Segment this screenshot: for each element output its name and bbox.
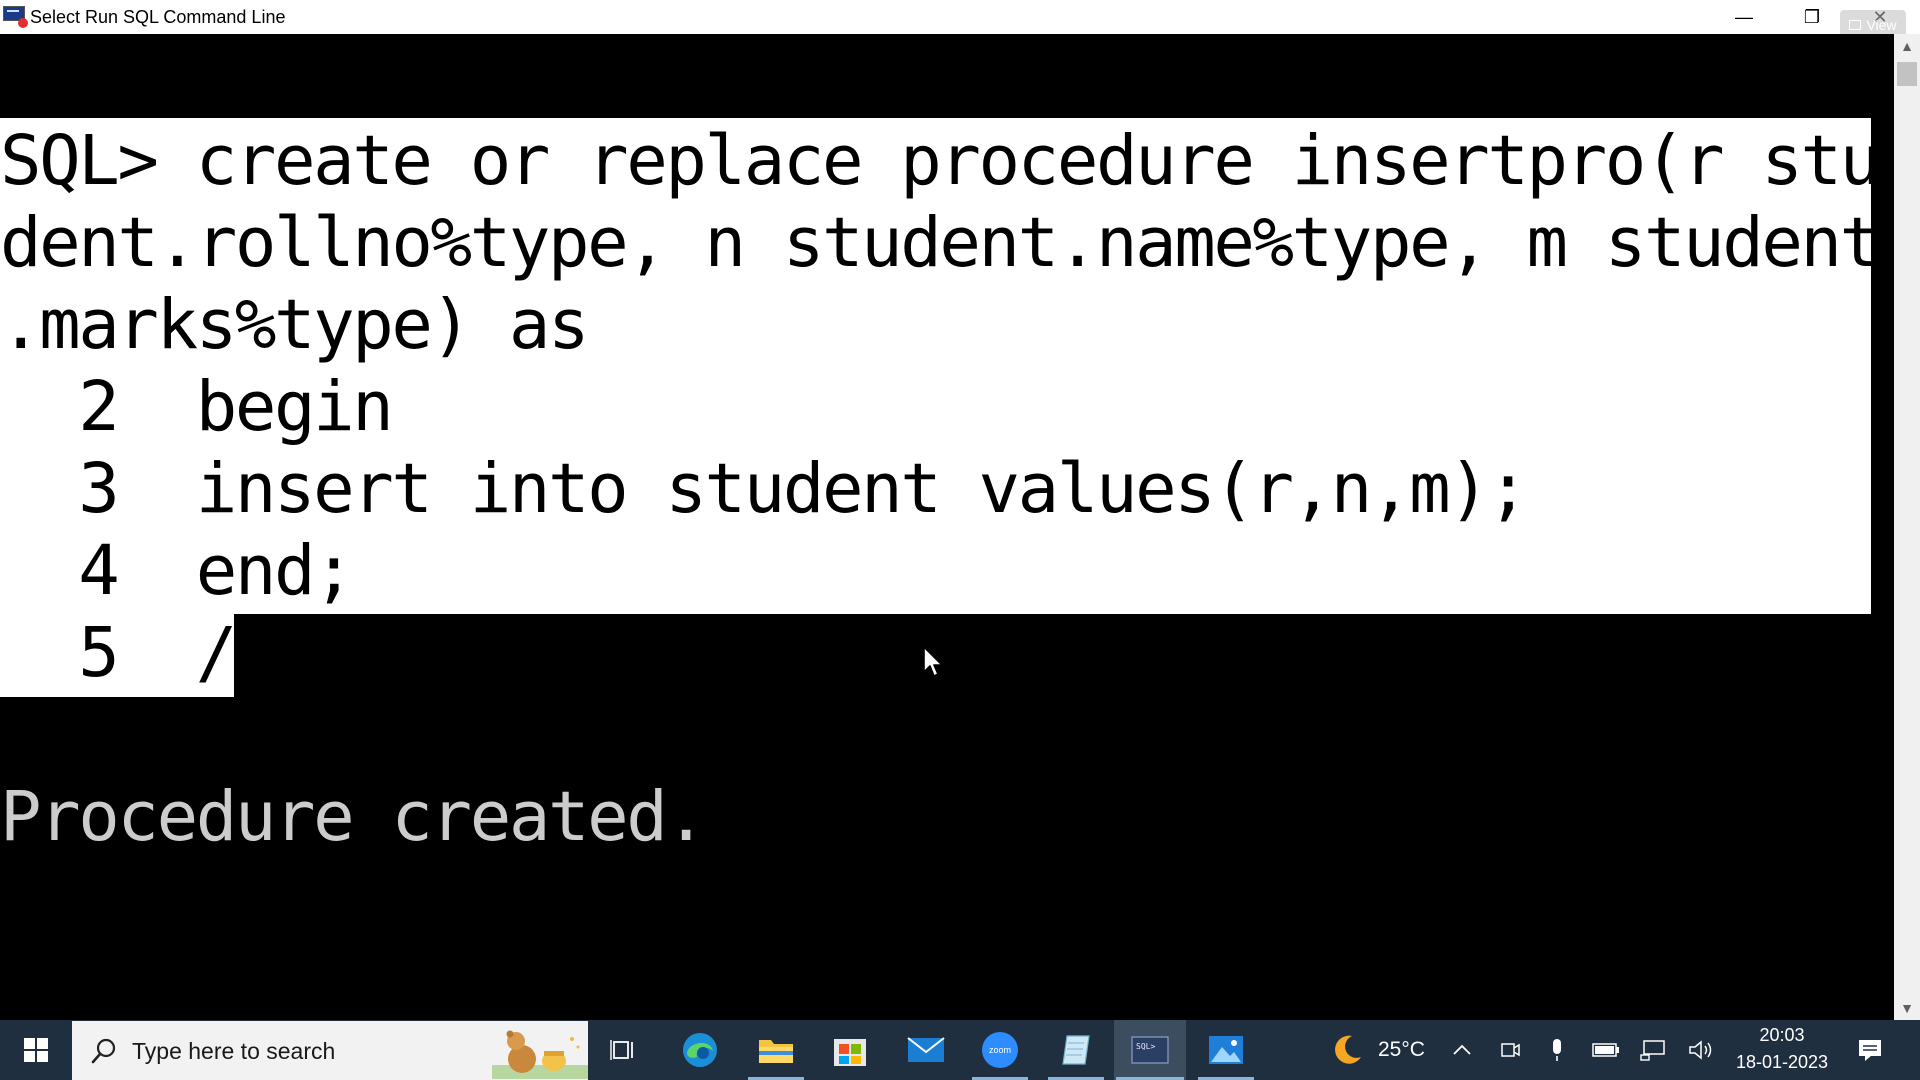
sql-icon-label: SQL> xyxy=(1136,1042,1155,1051)
taskbar-app-edge[interactable] xyxy=(664,1020,736,1080)
taskbar-app-file-explorer[interactable] xyxy=(740,1020,812,1080)
scroll-up-arrow-icon[interactable]: ▲ xyxy=(1894,34,1920,58)
console-result: Procedure created. xyxy=(0,777,707,857)
view-overlay-label: View xyxy=(1866,17,1897,33)
search-highlight-illustration xyxy=(492,1030,588,1079)
sql-app-icon xyxy=(3,6,28,28)
store-icon xyxy=(834,1039,866,1066)
chevron-up-icon xyxy=(1453,1044,1471,1055)
clock-time[interactable]: 20:03 xyxy=(1736,1025,1828,1046)
taskbar-app-photos[interactable] xyxy=(1190,1020,1262,1080)
mouse-pointer-icon xyxy=(923,646,943,677)
taskbar-app-microsoft-store[interactable] xyxy=(814,1020,886,1080)
taskbar-search-box[interactable]: Type here to search xyxy=(72,1021,588,1080)
taskbar-app-zoom[interactable]: zoom xyxy=(964,1020,1036,1080)
console-line: dent.rollno%type, n student.name%type, m… xyxy=(0,203,1881,283)
task-view-button[interactable] xyxy=(588,1020,660,1080)
taskbar: Type here to search zoom SQL> 25°C 20:03… xyxy=(0,1020,1920,1080)
console-line: 3 insert into student values(r,n,m); xyxy=(0,449,1529,529)
window-titlebar[interactable]: Select Run SQL Command Line — ❐ ✕ View xyxy=(0,0,1920,40)
meet-now-icon xyxy=(1501,1043,1520,1057)
notepad-icon xyxy=(1062,1035,1090,1065)
minimize-icon: — xyxy=(1735,6,1753,27)
microphone-icon xyxy=(1553,1039,1561,1061)
scroll-thumb[interactable] xyxy=(1897,62,1917,86)
view-icon xyxy=(1849,20,1862,30)
vertical-scrollbar[interactable]: ▲ ▼ xyxy=(1894,34,1920,1020)
sql-terminal-icon: SQL> xyxy=(1131,1036,1169,1064)
console-line: 5 / xyxy=(0,613,237,693)
folder-icon xyxy=(759,1040,793,1063)
taskbar-app-mail[interactable] xyxy=(890,1020,962,1080)
restore-button[interactable]: ❐ xyxy=(1784,0,1840,34)
microphone-button[interactable] xyxy=(1542,1020,1572,1080)
console-line: 2 begin xyxy=(0,367,394,447)
start-button[interactable] xyxy=(0,1020,72,1080)
minimize-button[interactable]: — xyxy=(1716,0,1772,34)
restore-icon: ❐ xyxy=(1803,6,1821,27)
battery-icon xyxy=(1592,1043,1619,1057)
weather-widget[interactable] xyxy=(1324,1020,1370,1080)
console-line: SQL> create or replace procedure insertp… xyxy=(0,121,1881,201)
notifications-button[interactable] xyxy=(1848,1020,1892,1080)
weather-temperature[interactable]: 25°C xyxy=(1378,1038,1425,1062)
mail-icon xyxy=(907,1037,945,1062)
console-line: .marks%type) as xyxy=(0,285,590,365)
taskbar-app-sql-command-line[interactable]: SQL> xyxy=(1114,1020,1186,1080)
clock-date[interactable]: 18-01-2023 xyxy=(1730,1052,1834,1073)
windows-logo-icon xyxy=(24,1038,48,1062)
network-button[interactable] xyxy=(1636,1020,1670,1080)
speaker-icon xyxy=(1689,1040,1712,1060)
network-icon xyxy=(1640,1040,1665,1061)
moon-icon xyxy=(1335,1035,1361,1064)
zoom-icon: zoom xyxy=(982,1032,1018,1068)
notification-icon xyxy=(1859,1040,1881,1061)
task-view-icon xyxy=(610,1040,633,1060)
volume-button[interactable] xyxy=(1684,1020,1718,1080)
console-line: 4 end; xyxy=(0,531,354,611)
search-placeholder: Type here to search xyxy=(132,1038,336,1064)
battery-button[interactable] xyxy=(1588,1020,1624,1080)
zoom-icon-label: zoom xyxy=(989,1045,1011,1055)
show-hidden-icons-button[interactable] xyxy=(1446,1020,1478,1080)
search-icon xyxy=(91,1038,116,1064)
console-output[interactable]: SQL> create or replace procedure insertp… xyxy=(0,34,1894,1020)
meet-now-button[interactable] xyxy=(1494,1020,1526,1080)
photos-icon xyxy=(1209,1036,1243,1064)
window-title: Select Run SQL Command Line xyxy=(30,7,286,27)
edge-icon xyxy=(683,1033,717,1067)
scroll-down-arrow-icon[interactable]: ▼ xyxy=(1894,996,1920,1020)
taskbar-app-notepad[interactable] xyxy=(1040,1020,1112,1080)
